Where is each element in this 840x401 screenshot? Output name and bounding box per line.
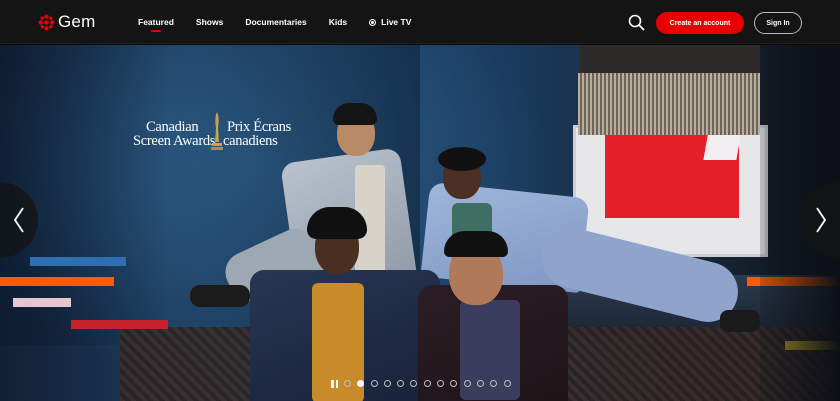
lamp-fringe (578, 73, 760, 135)
carousel-dot[interactable] (450, 380, 458, 387)
nav-live-tv[interactable]: Live TV (369, 0, 411, 44)
canadian-screen-awards-logo: Canadian Prix Écrans Screen Awards canad… (133, 112, 293, 160)
nav-documentaries-label: Documentaries (245, 17, 307, 27)
live-indicator-icon (369, 18, 377, 26)
pause-button[interactable] (331, 379, 338, 388)
hero-banner[interactable]: Canadian Prix Écrans Screen Awards canad… (0, 45, 840, 401)
cbc-gem-icon (38, 14, 55, 30)
nav-featured-label: Featured (138, 17, 174, 27)
nav-kids-label: Kids (328, 17, 348, 27)
carousel-dot[interactable] (437, 380, 445, 387)
award-line1-fr: Prix Écrans (227, 119, 291, 135)
stripe-red (71, 320, 168, 329)
award-line2-fr: canadiens (223, 133, 278, 149)
stripe-blue (30, 257, 126, 266)
pause-icon-bar-left (331, 379, 334, 388)
nav-featured[interactable]: Featured (138, 0, 174, 44)
main-nav: Featured Shows Documentaries Kids Live T… (138, 0, 433, 44)
stripe-orange (0, 277, 114, 286)
carousel-dot[interactable] (410, 380, 418, 387)
carousel-dot[interactable] (397, 380, 405, 387)
brand-name: Gem (58, 12, 96, 31)
nav-kids[interactable]: Kids (329, 0, 347, 44)
carousel-dot[interactable] (476, 380, 484, 387)
gem-logo[interactable]: Gem (38, 12, 95, 32)
carousel-dot[interactable] (357, 380, 365, 387)
carousel-dot[interactable] (423, 380, 431, 387)
nav-live-tv-label: Live TV (381, 17, 412, 27)
nav-documentaries[interactable]: Documentaries (245, 0, 306, 44)
carousel-dot[interactable] (383, 380, 391, 387)
award-statue-icon (211, 112, 223, 150)
chevron-right-icon (816, 207, 827, 233)
carousel-dot[interactable] (463, 380, 471, 387)
award-line1-en: Canadian (146, 119, 199, 135)
carousel-indicators (331, 379, 517, 388)
top-nav: Gem Featured Shows Documentaries Kids Li… (0, 0, 840, 44)
search-button[interactable] (628, 14, 645, 31)
pause-icon-bar-right (335, 379, 338, 388)
nav-shows[interactable]: Shows (196, 0, 223, 44)
nav-shows-label: Shows (195, 17, 224, 27)
carousel-dot[interactable] (503, 380, 511, 387)
carousel-dot[interactable] (370, 380, 378, 387)
search-icon (628, 14, 645, 31)
carousel-dot[interactable] (490, 380, 498, 387)
chevron-left-icon (13, 207, 24, 233)
lamp-shade (580, 45, 760, 75)
create-account-button[interactable]: Create an account (656, 12, 744, 34)
carousel-dot[interactable] (344, 380, 351, 387)
sign-in-button[interactable]: Sign In (754, 12, 802, 34)
stripe-pink (13, 298, 71, 307)
award-line2-en: Screen Awards (133, 133, 216, 149)
